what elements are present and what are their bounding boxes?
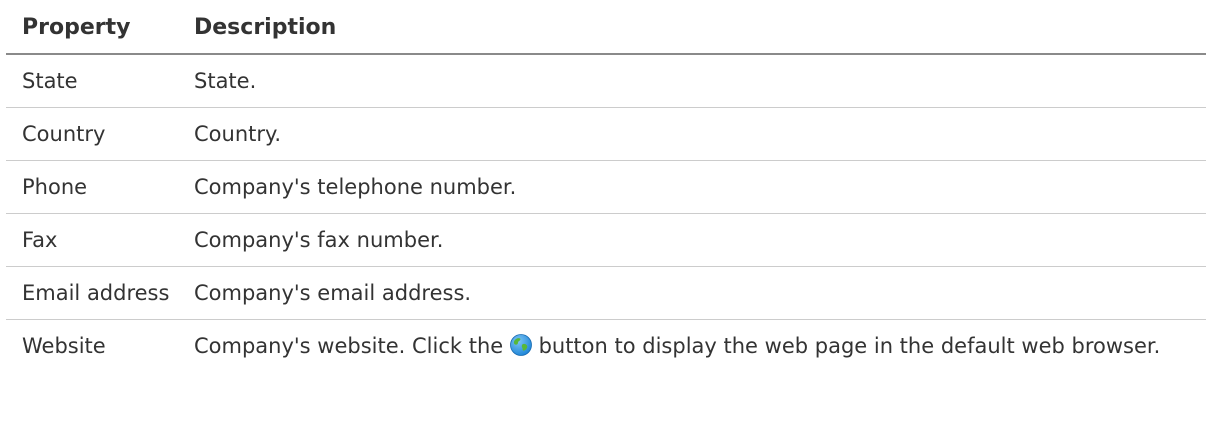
- property-cell: Email address: [6, 266, 184, 320]
- property-cell: Website: [22, 334, 106, 358]
- description-cell: Company's telephone number.: [184, 160, 1206, 214]
- header-property: Property: [6, 10, 184, 55]
- property-cell: Fax: [6, 213, 184, 267]
- table-row: Website Company's website. Click the but…: [6, 320, 1206, 373]
- table-row: Email address Company's email address.: [6, 266, 1206, 320]
- description-cell: Company's email address.: [184, 266, 1206, 320]
- table-row: Phone Company's telephone number.: [6, 160, 1206, 214]
- description-cell: Country.: [184, 107, 1206, 161]
- header-row: Property Description: [6, 10, 1206, 55]
- table-row: Fax Company's fax number.: [6, 213, 1206, 267]
- description-cell: State.: [184, 54, 1206, 108]
- property-cell: Phone: [6, 160, 184, 214]
- globe-icon: [509, 334, 532, 356]
- property-cell: State: [6, 54, 184, 108]
- property-table: Property Description State State. Countr…: [6, 10, 1206, 372]
- description-cell: Company's website. Click the button to d…: [184, 320, 1206, 373]
- table-row: State State.: [6, 54, 1206, 108]
- description-cell: Company's fax number.: [184, 213, 1206, 267]
- description-text-before-icon: Company's website. Click the: [194, 334, 504, 358]
- property-cell: Country: [6, 107, 184, 161]
- table-row: Country Country.: [6, 107, 1206, 161]
- header-description: Description: [184, 10, 1206, 55]
- description-text-after-icon: button to display the web page in the de…: [538, 334, 1161, 358]
